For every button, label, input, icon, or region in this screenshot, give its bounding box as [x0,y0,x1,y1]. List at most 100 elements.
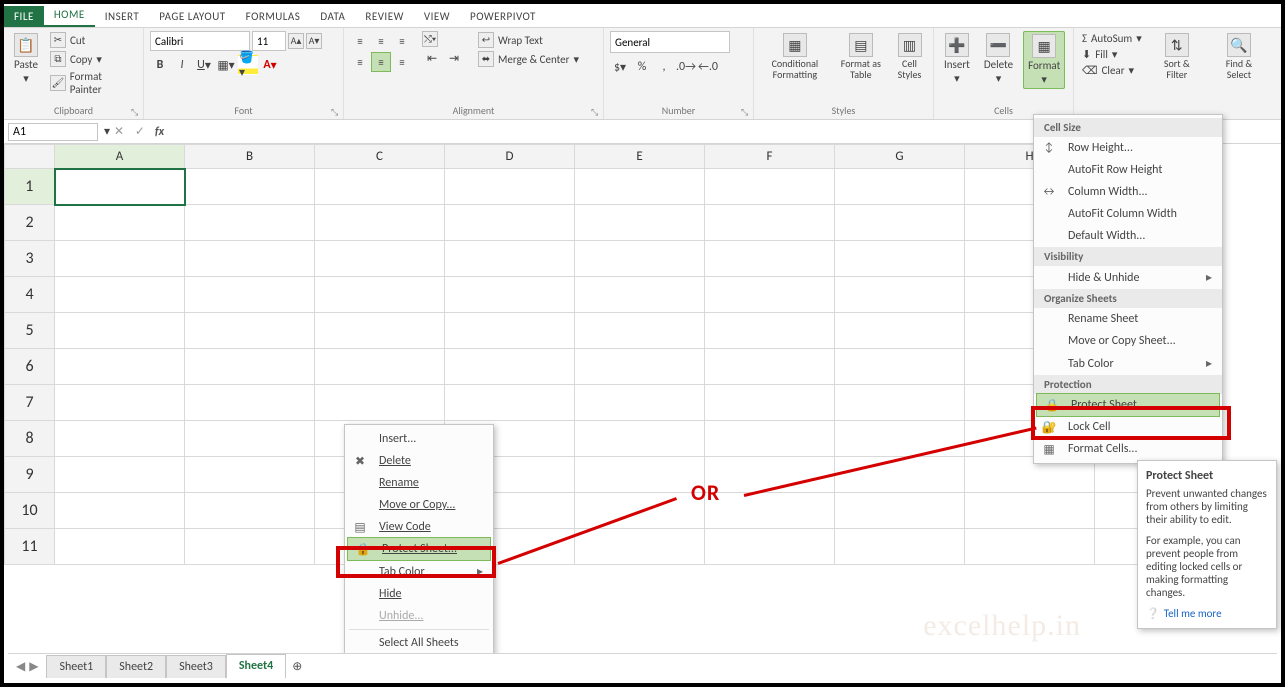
sheet-tab-3[interactable]: Sheet3 [166,655,226,678]
fmt-default-width[interactable]: Default Width... [1034,225,1222,247]
percent-button[interactable]: % [632,57,652,77]
row-header-10[interactable]: 10 [5,493,55,529]
cell-A1[interactable] [55,169,185,205]
tab-file[interactable]: FILE [4,6,44,27]
insert-cells-button[interactable]: ➕Insert▾ [940,31,974,87]
tab-view[interactable]: VIEW [414,6,460,27]
fx-icon[interactable]: fx [155,125,164,139]
sheet-tab-2[interactable]: Sheet2 [106,655,166,678]
comma-button[interactable]: , [654,57,674,77]
col-header-E[interactable]: E [575,145,705,169]
tab-home[interactable]: HOME [44,4,95,27]
row-header-8[interactable]: 8 [5,421,55,457]
row-header-3[interactable]: 3 [5,241,55,277]
tab-powerpivot[interactable]: POWERPIVOT [460,6,546,27]
fmt-autofit-row[interactable]: AutoFit Row Height [1034,159,1222,181]
enter-icon[interactable]: ✓ [135,125,145,139]
row-header-1[interactable]: 1 [5,169,55,205]
alignment-dialog-launcher[interactable]: ⤡ [591,107,601,117]
bold-button[interactable]: B [150,55,170,75]
tab-data[interactable]: DATA [310,6,355,27]
row-header-2[interactable]: 2 [5,205,55,241]
decrease-decimal[interactable]: ←.0 [698,57,718,77]
ctx-unhide[interactable]: Unhide... [345,605,493,627]
ctx-insert[interactable]: Insert... [345,428,493,450]
sheet-nav-prev[interactable]: ◀ [16,659,25,674]
row-header-5[interactable]: 5 [5,313,55,349]
increase-decimal[interactable]: .0→ [676,57,696,77]
ctx-rename[interactable]: Rename [345,472,493,494]
fmt-format-cells[interactable]: ▦Format Cells... [1034,438,1222,460]
cancel-icon[interactable]: ✕ [114,125,124,139]
clipboard-dialog-launcher[interactable]: ⤡ [131,107,141,117]
font-color-button[interactable]: A▾ [260,55,280,75]
cell-styles-button[interactable]: ▥Cell Styles [892,31,927,82]
decrease-indent[interactable]: ⇤ [422,48,442,68]
cut-button[interactable]: ✂Cut [48,31,137,49]
col-header-A[interactable]: A [55,145,185,169]
number-format-select[interactable] [610,31,730,53]
row-header-6[interactable]: 6 [5,349,55,385]
ctx-view-code[interactable]: ▤View Code [345,516,493,538]
accounting-button[interactable]: $▾ [610,57,630,77]
row-header-4[interactable]: 4 [5,277,55,313]
add-sheet-button[interactable]: ⊕ [292,659,302,674]
increase-font-icon[interactable]: A▴ [288,33,304,49]
ctx-move-copy[interactable]: Move or Copy... [345,494,493,516]
row-header-7[interactable]: 7 [5,385,55,421]
font-size-input[interactable] [252,31,286,51]
ctx-select-all-sheets[interactable]: Select All Sheets [345,632,493,654]
underline-button[interactable]: U ▾ [194,55,214,75]
name-box[interactable] [8,123,98,141]
fill-color-button[interactable]: 🪣▾ [238,55,258,75]
tab-formulas[interactable]: FORMULAS [236,6,311,27]
delete-cells-button[interactable]: ➖Delete▾ [980,31,1017,87]
fill-button[interactable]: ⬇Fill ▾ [1080,47,1144,62]
col-header-B[interactable]: B [185,145,315,169]
sheet-tab-1[interactable]: Sheet1 [46,655,106,678]
fmt-tab-color[interactable]: Tab Color▸ [1034,352,1222,375]
find-select-button[interactable]: 🔍Find & Select [1210,31,1268,82]
tab-page-layout[interactable]: PAGE LAYOUT [149,6,235,27]
fmt-move-copy[interactable]: Move or Copy Sheet... [1034,330,1222,352]
increase-indent[interactable]: ⇥ [444,48,464,68]
align-bottom[interactable]: ≡ [392,31,412,51]
fmt-hide-unhide[interactable]: Hide & Unhide▸ [1034,266,1222,289]
sheet-nav-next[interactable]: ▶ [29,659,38,674]
fmt-rename-sheet[interactable]: Rename Sheet [1034,308,1222,330]
tab-insert[interactable]: INSERT [95,6,150,27]
format-cells-button[interactable]: ▦Format▾ [1023,31,1065,89]
italic-button[interactable]: I [172,55,192,75]
fmt-lock-cell[interactable]: 🔐Lock Cell [1034,416,1222,438]
autosum-button[interactable]: ΣAutoSum ▾ [1080,31,1144,46]
select-all-corner[interactable] [5,145,55,169]
fmt-column-width[interactable]: ↔Column Width... [1034,181,1222,203]
font-dialog-launcher[interactable]: ⤡ [331,107,341,117]
format-as-table-button[interactable]: ▤Format as Table [836,31,886,82]
align-left[interactable]: ≡ [350,52,370,72]
sort-filter-button[interactable]: ⇅Sort & Filter [1150,31,1204,82]
row-header-9[interactable]: 9 [5,457,55,493]
ctx-protect-sheet[interactable]: 🔒Protect Sheet... [347,537,491,561]
col-header-D[interactable]: D [445,145,575,169]
orientation-button[interactable]: ⤭▾ [422,31,438,47]
ctx-hide[interactable]: Hide [345,583,493,605]
fmt-row-height[interactable]: ↕Row Height... [1034,137,1222,159]
tab-review[interactable]: REVIEW [355,6,414,27]
col-header-G[interactable]: G [835,145,965,169]
align-middle[interactable]: ≡ [371,31,391,51]
font-name-input[interactable] [150,31,250,51]
conditional-formatting-button[interactable]: ▦Conditional Formatting [760,31,830,82]
tooltip-tell-me-more[interactable]: ❔Tell me more [1146,607,1268,620]
align-center[interactable]: ≡ [371,52,391,72]
fmt-autofit-col[interactable]: AutoFit Column Width [1034,203,1222,225]
format-painter-button[interactable]: 🖌Format Painter [48,69,137,97]
row-header-11[interactable]: 11 [5,529,55,565]
copy-button[interactable]: ⧉Copy ▾ [48,50,137,68]
wrap-text-button[interactable]: ↩Wrap Text [476,31,581,49]
sheet-tab-4[interactable]: Sheet4 [226,654,286,679]
col-header-C[interactable]: C [315,145,445,169]
align-right[interactable]: ≡ [392,52,412,72]
ctx-tab-color[interactable]: Tab Color▸ [345,560,493,583]
align-top[interactable]: ≡ [350,31,370,51]
